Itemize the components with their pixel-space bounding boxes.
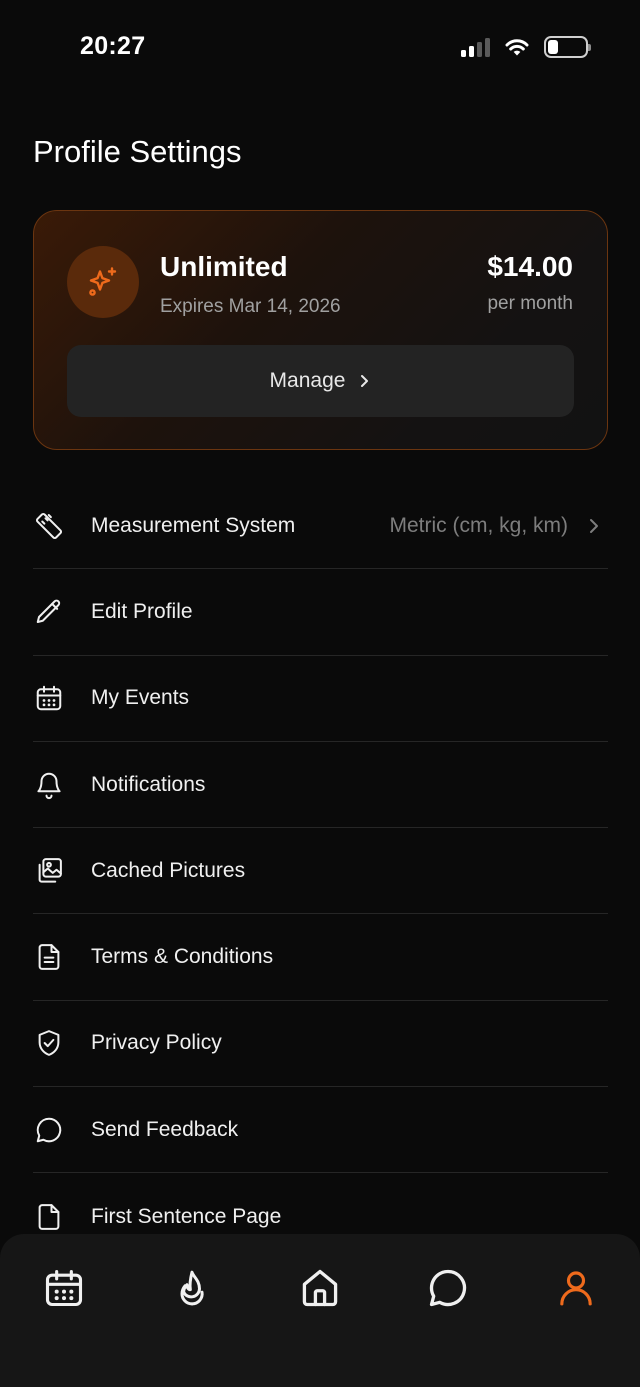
tab-home[interactable] bbox=[292, 1260, 348, 1316]
settings-item-edit-profile[interactable]: Edit Profile bbox=[33, 569, 608, 656]
wifi-icon bbox=[505, 39, 529, 56]
measurement-system-value: Metric (cm, kg, km) bbox=[389, 513, 569, 537]
chevron-right-icon bbox=[588, 517, 600, 535]
images-icon bbox=[33, 855, 65, 887]
settings-item-privacy-policy[interactable]: Privacy Policy bbox=[33, 1001, 608, 1088]
settings-item-label: Cached Pictures bbox=[91, 858, 246, 882]
user-icon bbox=[560, 1271, 592, 1306]
settings-item-label: Edit Profile bbox=[91, 599, 193, 623]
settings-item-label: Privacy Policy bbox=[91, 1031, 222, 1055]
plan-icon-badge bbox=[67, 246, 139, 318]
pencil-icon bbox=[33, 596, 65, 628]
settings-item-send-feedback[interactable]: Send Feedback bbox=[33, 1087, 608, 1174]
settings-list: Measurement System Metric (cm, kg, km) E… bbox=[33, 483, 608, 1260]
chevron-right-icon bbox=[361, 375, 369, 387]
page-title: Profile Settings bbox=[33, 134, 242, 169]
sparkles-icon bbox=[89, 267, 117, 296]
status-bar: 20:27 bbox=[0, 0, 640, 96]
settings-item-notifications[interactable]: Notifications bbox=[33, 742, 608, 829]
calendar-icon bbox=[45, 1269, 83, 1307]
bell-icon bbox=[33, 769, 65, 801]
flame-icon bbox=[180, 1270, 204, 1306]
plan-name: Unlimited bbox=[160, 251, 288, 282]
chat-bubble-icon bbox=[429, 1269, 467, 1307]
settings-item-label: My Events bbox=[91, 686, 190, 710]
battery-icon bbox=[544, 36, 591, 58]
home-icon bbox=[302, 1269, 338, 1307]
settings-item-my-events[interactable]: My Events bbox=[33, 656, 608, 742]
calendar-icon bbox=[33, 682, 65, 714]
chat-bubble-icon bbox=[33, 1114, 65, 1146]
settings-item-label: Terms & Conditions bbox=[91, 945, 274, 969]
settings-item-label: Notifications bbox=[91, 772, 206, 796]
settings-item-label: Measurement System bbox=[91, 513, 296, 537]
document-icon bbox=[33, 941, 65, 973]
settings-item-terms-conditions[interactable]: Terms & Conditions bbox=[33, 914, 608, 1001]
status-icons bbox=[461, 36, 591, 58]
tab-messages[interactable] bbox=[420, 1260, 476, 1316]
ruler-icon bbox=[33, 510, 65, 542]
plan-period: per month bbox=[487, 293, 573, 314]
plan-expiry: Expires Mar 14, 2026 bbox=[160, 296, 341, 317]
subscription-card: Unlimited Expires Mar 14, 2026 $14.00 pe… bbox=[33, 210, 608, 450]
manage-label: Manage bbox=[269, 369, 346, 392]
tab-calendar[interactable] bbox=[36, 1260, 92, 1316]
plan-price: $14.00 bbox=[487, 251, 573, 282]
manage-subscription-button[interactable]: Manage bbox=[67, 345, 574, 417]
tab-profile[interactable] bbox=[548, 1260, 604, 1316]
cellular-signal-icon bbox=[461, 37, 490, 57]
status-time: 20:27 bbox=[80, 32, 146, 60]
bottom-tab-bar bbox=[0, 1234, 640, 1387]
settings-item-measurement-system[interactable]: Measurement System Metric (cm, kg, km) bbox=[33, 483, 608, 570]
settings-item-label: First Sentence Page bbox=[91, 1204, 282, 1228]
shield-check-icon bbox=[33, 1027, 65, 1059]
tab-flame[interactable] bbox=[164, 1260, 220, 1316]
settings-item-cached-pictures[interactable]: Cached Pictures bbox=[33, 828, 608, 915]
settings-item-label: Send Feedback bbox=[91, 1117, 239, 1141]
file-icon bbox=[33, 1201, 65, 1233]
